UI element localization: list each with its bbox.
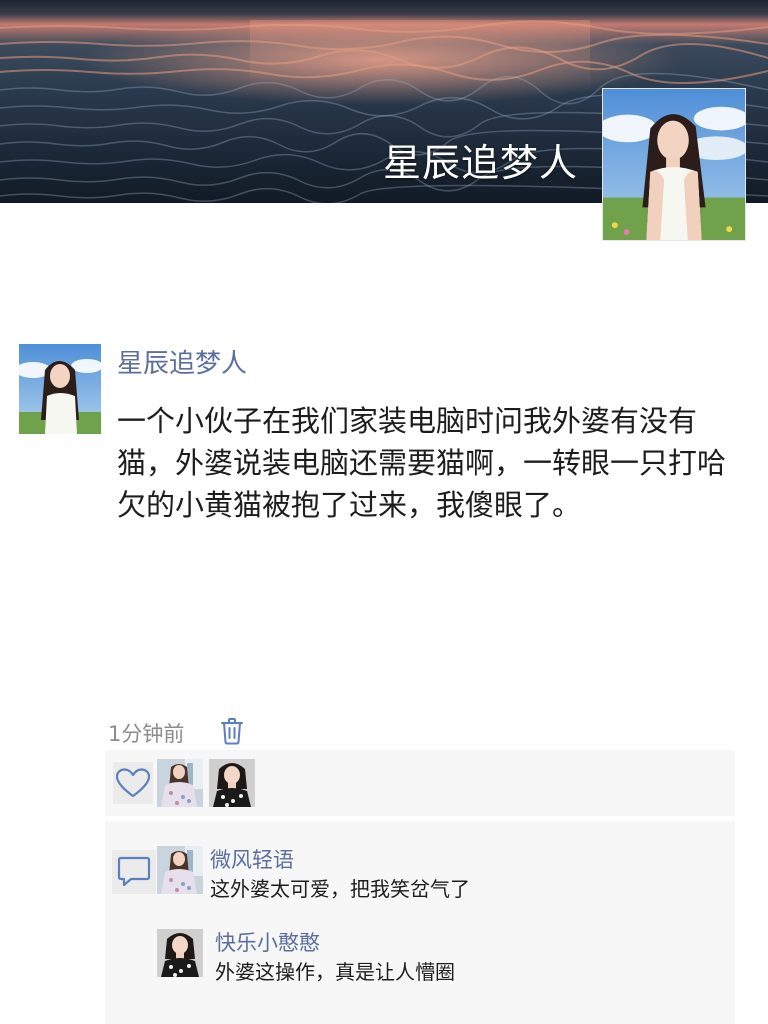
likes-panel — [105, 750, 735, 816]
liker-avatar[interactable] — [209, 759, 255, 807]
comment-text: 外婆这操作，真是让人懵圈 — [215, 960, 455, 984]
delete-button[interactable] — [219, 716, 245, 746]
commenter-name[interactable]: 微风轻语 — [210, 844, 294, 874]
comment-icon — [117, 856, 151, 887]
commenter-avatar[interactable] — [157, 846, 203, 894]
girl-portrait-icon — [603, 89, 745, 240]
girl-portrait-icon — [19, 344, 101, 434]
commenter-name[interactable]: 快乐小憨憨 — [215, 927, 320, 957]
like-button[interactable] — [113, 762, 153, 804]
girl-floral-dress-icon — [157, 759, 203, 807]
cover-username: 星辰追梦人 — [382, 141, 578, 185]
comments-panel: 微风轻语 这外婆太可爱，把我笑岔气了 快乐小憨憨 外婆这操作，真是让人懵圈 — [105, 821, 735, 1024]
girl-floral-dress-icon — [157, 846, 203, 894]
comment-button[interactable] — [112, 850, 156, 894]
post-author-avatar[interactable] — [19, 344, 101, 434]
trash-icon — [221, 718, 243, 745]
heart-icon — [116, 768, 150, 798]
liker-avatar[interactable] — [157, 759, 203, 807]
comment-text: 这外婆太可爱，把我笑岔气了 — [210, 877, 470, 901]
post-text: 一个小伙子在我们家装电脑时问我外婆有没有猫，外婆说装电脑还需要猫啊，一转眼一只打… — [117, 404, 727, 522]
girl-qipao-icon — [209, 759, 255, 807]
moments-page: 星辰追梦人 星辰追梦人 一个小伙子在我们家装电脑时问我外婆有没有猫，外婆说装电脑… — [0, 0, 768, 1024]
post-timestamp: 1分钟前 — [108, 722, 185, 746]
girl-qipao-icon — [157, 929, 203, 977]
post-author-name[interactable]: 星辰追梦人 — [117, 343, 247, 380]
profile-avatar[interactable] — [602, 88, 746, 241]
commenter-avatar[interactable] — [157, 929, 203, 977]
